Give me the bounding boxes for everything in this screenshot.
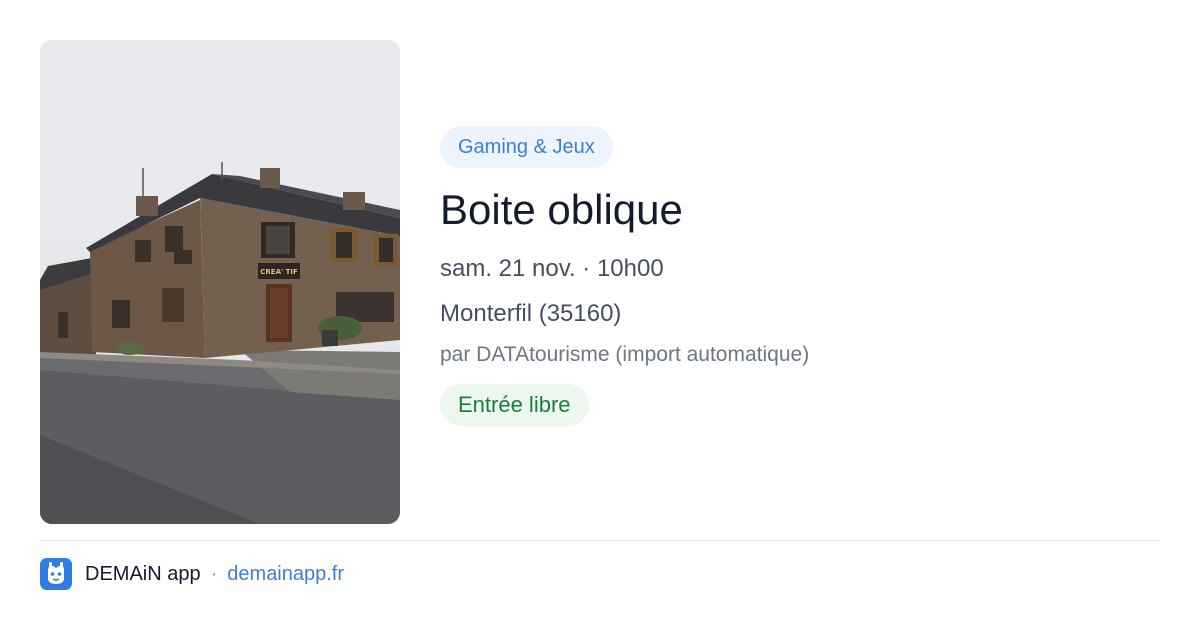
event-location: Monterfil (35160) (440, 300, 622, 327)
event-date: sam. 21 nov. · 10h00 (440, 255, 664, 282)
stone-house-image: CREA' TIF (40, 40, 400, 524)
event-title: Boite oblique (440, 186, 683, 233)
app-name: DEMAiN app (85, 562, 201, 585)
price-badge: Entrée libre (440, 384, 589, 426)
footer-divider (40, 540, 1160, 541)
event-organizer: par DATAtourisme (import automatique) (440, 343, 810, 366)
footer: DEMAiN app · demainapp.fr (40, 558, 344, 590)
app-url-link[interactable]: demainapp.fr (227, 563, 344, 586)
event-photo: CREA' TIF (40, 40, 400, 524)
footer-separator: · (210, 562, 218, 585)
demain-app-logo-icon (40, 558, 72, 590)
category-badge[interactable]: Gaming & Jeux (440, 126, 613, 168)
shop-sign-text: CREA' TIF (260, 268, 298, 276)
event-info: Gaming & Jeux Boite oblique sam. 21 nov.… (440, 126, 1160, 426)
